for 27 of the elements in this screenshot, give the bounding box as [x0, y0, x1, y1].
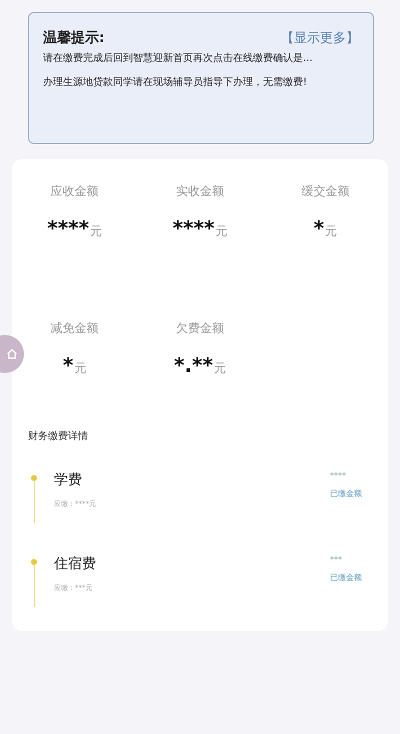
amount-value: *	[314, 216, 324, 240]
amount-unit: 元	[90, 223, 102, 240]
notice-text: 请在缴费完成后回到智慧迎新首页再次点击在线缴费确认是...	[43, 52, 314, 65]
amount-label: 缓交金额	[301, 183, 350, 200]
amount-unit: 元	[74, 360, 86, 377]
amount-unit: 元	[214, 360, 226, 377]
home-icon	[6, 348, 18, 360]
amount-value: *.**	[174, 353, 213, 377]
amount-label: 应收金额	[50, 183, 99, 200]
amount-label: 实收金额	[176, 183, 224, 200]
amount-label: 减免金额	[50, 320, 99, 337]
amount-value: ****	[47, 216, 90, 240]
notice-text: 办理生源地贷款同学请在现场辅导员指导下办理，无需缴费!	[43, 76, 308, 89]
amount-value: *	[62, 353, 74, 377]
paid-label: 已缴金额	[330, 572, 362, 583]
notice-title: 温馨提示:	[43, 29, 105, 47]
fee-name: 住宿费	[54, 555, 97, 573]
paid-amount: ****	[330, 471, 346, 480]
amount-value: ****	[172, 216, 214, 240]
paid-amount: ***	[330, 555, 342, 564]
amount-unit: 元	[325, 223, 338, 240]
fee-name: 学费	[54, 471, 83, 489]
show-more-link[interactable]: 【显示更多】	[281, 29, 359, 47]
amount-label: 欠费金额	[176, 320, 224, 337]
paid-label: 已缴金额	[330, 488, 362, 499]
details-title: 财务缴费详情	[28, 430, 89, 443]
amount-unit: 元	[215, 223, 228, 240]
